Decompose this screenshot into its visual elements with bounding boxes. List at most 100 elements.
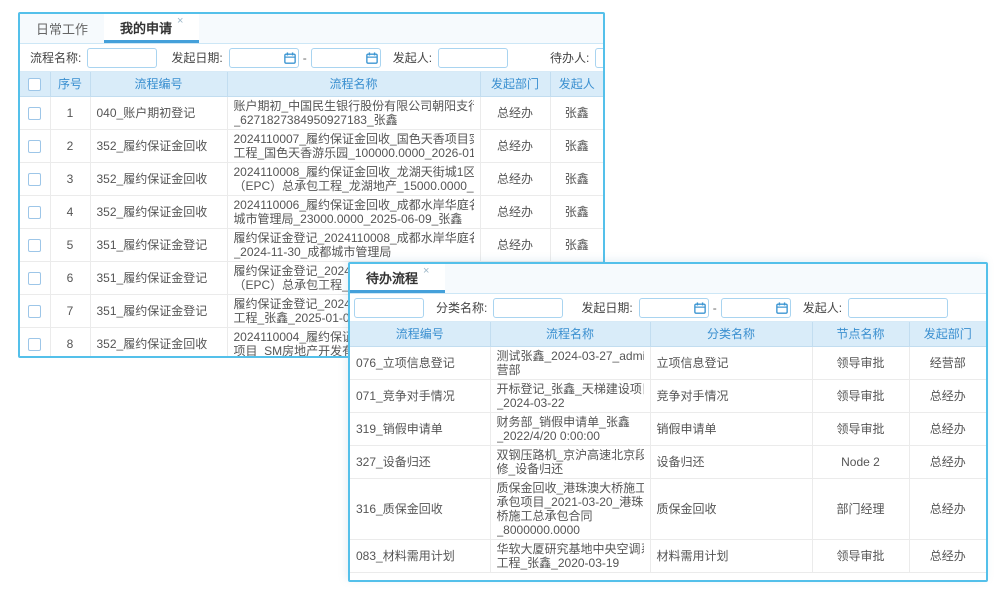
table-row: 076_立项信息登记测试张鑫_2024-03-27_admin_经营部立项信息登… — [350, 346, 986, 379]
cell-initiator: 张鑫 — [550, 129, 603, 162]
pending-processes-window: 待办流程 × 分类名称: 发起日期: - 发起人: 流程编号 流程名称 分类名称… — [348, 262, 988, 582]
date-range-separator: - — [713, 301, 717, 315]
row-checkbox[interactable] — [28, 140, 41, 153]
cell-category-name: 竞争对手情况 — [650, 379, 812, 412]
row-checkbox[interactable] — [28, 173, 41, 186]
row-checkbox[interactable] — [28, 206, 41, 219]
table-row: 327_设备归还双钢压路机_京沪高速北京段维修_设备归还设备归还Node 2总经… — [350, 445, 986, 478]
calendar-icon[interactable] — [284, 52, 296, 64]
calendar-icon[interactable] — [694, 302, 706, 314]
start-date-label: 发起日期: — [581, 299, 632, 316]
col-initiating-dept: 发起部门 — [909, 322, 986, 346]
cell-seq: 4 — [50, 195, 90, 228]
cell-process-name: 2024110006_履约保证金回收_成都水岸华庭名苑项目一标段_成都城市管理局… — [227, 195, 480, 228]
back-filter-bar: 流程名称: 发起日期: - 发起人: 待办人: — [20, 44, 603, 72]
pending-processes-table: 流程编号 流程名称 分类名称 节点名称 发起部门 076_立项信息登记测试张鑫_… — [350, 322, 986, 573]
cell-process-code: 076_立项信息登记 — [350, 346, 490, 379]
cell-process-code: 040_账户期初登记 — [90, 96, 227, 129]
cell-process-code: 352_履约保证金回收 — [90, 129, 227, 162]
cell-category-name: 销假申请单 — [650, 412, 812, 445]
cell-node-name: 部门经理 — [812, 478, 909, 539]
cell-node-name: Node 2 — [812, 445, 909, 478]
cell-seq: 6 — [50, 261, 90, 294]
cell-process-code: 352_履约保证金回收 — [90, 162, 227, 195]
row-select-cell — [20, 327, 50, 358]
cell-process-name: 财务部_销假申请单_张鑫_2022/4/20 0:00:00 — [490, 412, 650, 445]
cell-node-name: 领导审批 — [812, 379, 909, 412]
initiator-input[interactable] — [438, 48, 508, 68]
row-checkbox[interactable] — [28, 272, 41, 285]
row-checkbox[interactable] — [28, 305, 41, 318]
first-filter-input[interactable] — [354, 298, 424, 318]
cell-seq: 1 — [50, 96, 90, 129]
row-select-cell — [20, 162, 50, 195]
cell-process-code: 351_履约保证金登记 — [90, 294, 227, 327]
back-tab-bar: 日常工作 我的申请 × — [20, 14, 603, 44]
initiator-label: 发起人: — [393, 49, 432, 66]
front-filter-bar: 分类名称: 发起日期: - 发起人: — [350, 294, 986, 322]
cell-process-code: 351_履约保证金登记 — [90, 228, 227, 261]
table-row: 3352_履约保证金回收2024110008_履约保证金回收_龙湖天街城1区设计… — [20, 162, 603, 195]
cell-initiating-dept: 总经办 — [480, 162, 550, 195]
row-checkbox[interactable] — [28, 239, 41, 252]
calendar-icon[interactable] — [776, 302, 788, 314]
tab-my-applications[interactable]: 我的申请 × — [104, 14, 199, 43]
cell-process-name: 双钢压路机_京沪高速北京段维修_设备归还 — [490, 445, 650, 478]
table-row: 5351_履约保证金登记履约保证金登记_2024110008_成都水岸华庭名苑项… — [20, 228, 603, 261]
col-process-name: 流程名称 — [227, 72, 480, 96]
cell-process-name: 账户期初_中国民生银行股份有限公司朝阳支行_627182738495092718… — [227, 96, 480, 129]
cell-process-code: 352_履约保证金回收 — [90, 195, 227, 228]
date-range-separator: - — [303, 51, 307, 65]
col-process-code: 流程编号 — [90, 72, 227, 96]
table-row: 1040_账户期初登记账户期初_中国民生银行股份有限公司朝阳支行_6271827… — [20, 96, 603, 129]
cell-initiator: 张鑫 — [550, 195, 603, 228]
table-row: 4352_履约保证金回收2024110006_履约保证金回收_成都水岸华庭名苑项… — [20, 195, 603, 228]
cell-initiating-dept: 经营部 — [909, 346, 986, 379]
category-name-input[interactable] — [493, 298, 563, 318]
table-row: 316_质保金回收质保金回收_港珠澳大桥施工总承包项目_2021-03-20_港… — [350, 478, 986, 539]
tab-pending-processes-label: 待办流程 — [366, 268, 418, 287]
cell-process-name: 华软大厦研究基地中央空调系统工程_张鑫_2020-03-19 — [490, 539, 650, 572]
cell-category-name: 立项信息登记 — [650, 346, 812, 379]
cell-category-name: 材料需用计划 — [650, 539, 812, 572]
cell-seq: 2 — [50, 129, 90, 162]
cell-initiating-dept: 总经办 — [909, 445, 986, 478]
cell-process-code: 352_履约保证金回收 — [90, 327, 227, 358]
todo-person-input[interactable] — [595, 48, 603, 68]
col-category-name: 分类名称 — [650, 322, 812, 346]
process-name-input[interactable] — [87, 48, 157, 68]
cell-category-name: 质保金回收 — [650, 478, 812, 539]
col-seq: 序号 — [50, 72, 90, 96]
cell-initiator: 张鑫 — [550, 162, 603, 195]
select-all-checkbox[interactable] — [28, 78, 41, 91]
cell-initiating-dept: 总经办 — [909, 379, 986, 412]
cell-seq: 7 — [50, 294, 90, 327]
table-row: 2352_履约保证金回收2024110007_履约保证金回收_国色天香项目实体样… — [20, 129, 603, 162]
tab-pending-processes[interactable]: 待办流程 × — [350, 264, 445, 293]
row-select-cell — [20, 129, 50, 162]
calendar-icon[interactable] — [366, 52, 378, 64]
row-select-cell — [20, 228, 50, 261]
col-initiating-dept: 发起部门 — [480, 72, 550, 96]
close-tab-icon[interactable]: × — [177, 15, 183, 27]
cell-process-code: 071_竞争对手情况 — [350, 379, 490, 412]
cell-process-name: 履约保证金登记_2024110008_成都水岸华庭名苑项目一标段_张鑫_2024… — [227, 228, 480, 261]
cell-seq: 8 — [50, 327, 90, 358]
row-checkbox[interactable] — [28, 338, 41, 351]
tab-daily-work[interactable]: 日常工作 — [20, 14, 104, 43]
start-date-label: 发起日期: — [171, 49, 222, 66]
col-process-name: 流程名称 — [490, 322, 650, 346]
cell-initiator: 张鑫 — [550, 96, 603, 129]
col-initiator: 发起人 — [550, 72, 603, 96]
cell-initiating-dept: 总经办 — [909, 539, 986, 572]
cell-node-name: 领导审批 — [812, 539, 909, 572]
process-name-label: 流程名称: — [30, 49, 81, 66]
front-tab-bar: 待办流程 × — [350, 264, 986, 294]
close-tab-icon[interactable]: × — [423, 265, 429, 277]
cell-seq: 3 — [50, 162, 90, 195]
select-all-cell — [20, 72, 50, 96]
initiator-input[interactable] — [848, 298, 948, 318]
row-checkbox[interactable] — [28, 107, 41, 120]
cell-process-code: 316_质保金回收 — [350, 478, 490, 539]
cell-node-name: 领导审批 — [812, 412, 909, 445]
